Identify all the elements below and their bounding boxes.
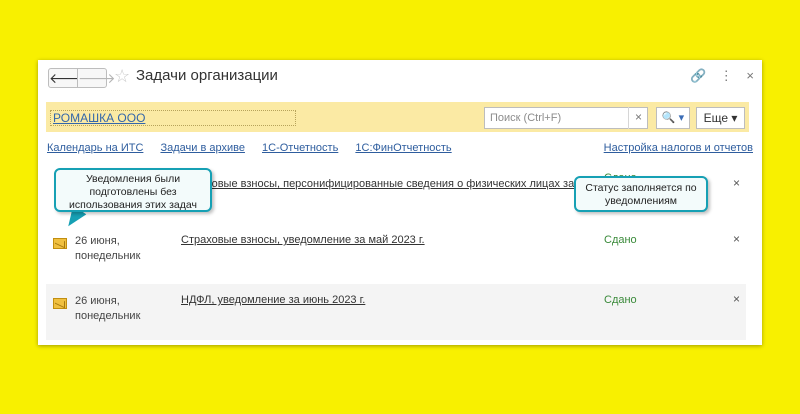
link-1c-fin-reporting[interactable]: 1С:ФинОтчетность	[355, 142, 451, 154]
status-text: Сдано	[604, 294, 637, 306]
link-calendar-its[interactable]: Календарь на ИТС	[47, 142, 143, 154]
callout-notifications: Уведомления были подготовлены без исполь…	[54, 168, 212, 212]
link-1c-reporting[interactable]: 1С-Отчетность	[262, 142, 338, 154]
task-link[interactable]: Страховые взносы, уведомление за май 202…	[181, 234, 425, 246]
row-close-icon[interactable]: ×	[733, 176, 740, 190]
window-titlebar: 🡐 🡒 ☆ Задачи организации 🔗 ⋮ ×	[38, 60, 762, 94]
table-row[interactable]: 26 июня, понедельник Страховые взносы, у…	[46, 224, 746, 280]
window-controls: 🔗 ⋮ ×	[680, 68, 754, 84]
favorite-star-icon[interactable]: ☆	[114, 66, 130, 87]
close-icon[interactable]: ×	[746, 68, 754, 83]
forward-button[interactable]: 🡒	[77, 68, 116, 88]
task-link[interactable]: НДФЛ, уведомление за июнь 2023 г.	[181, 294, 365, 306]
row-close-icon[interactable]: ×	[733, 292, 740, 306]
organization-field[interactable]: РОМАШКА ООО	[50, 110, 296, 126]
more-button[interactable]: Еще ▾	[696, 107, 745, 129]
status-text: Сдано	[604, 234, 637, 246]
window-title: Задачи организации	[136, 67, 278, 84]
date-text: 26 июня, понедельник	[75, 295, 141, 322]
link-tax-settings[interactable]: Настройка налогов и отчетов	[604, 142, 753, 154]
search-clear-icon[interactable]: ×	[628, 107, 648, 129]
date-text: 26 июня, понедельник	[75, 235, 141, 262]
callout-status: Статус заполняется по уведомлениям	[574, 176, 708, 212]
back-button[interactable]: 🡐	[48, 68, 87, 88]
envelope-icon	[53, 238, 67, 249]
organization-filter-bar: РОМАШКА ООО Поиск (Ctrl+F) × 🔍 ▾ Еще ▾	[46, 102, 749, 132]
links-bar: Календарь на ИТС Задачи в архиве 1С-Отче…	[47, 142, 753, 158]
task-link[interactable]: Страховые взносы, персонифицированные св…	[181, 178, 574, 190]
link-icon[interactable]: 🔗	[690, 68, 706, 84]
envelope-icon	[53, 298, 67, 309]
link-archive-tasks[interactable]: Задачи в архиве	[160, 142, 244, 154]
search-input[interactable]: Поиск (Ctrl+F)	[484, 107, 648, 129]
more-menu-icon[interactable]: ⋮	[720, 68, 733, 84]
row-close-icon[interactable]: ×	[733, 232, 740, 246]
table-row[interactable]: 26 июня, понедельник НДФЛ, уведомление з…	[46, 284, 746, 340]
search-button[interactable]: 🔍 ▾	[656, 107, 690, 129]
